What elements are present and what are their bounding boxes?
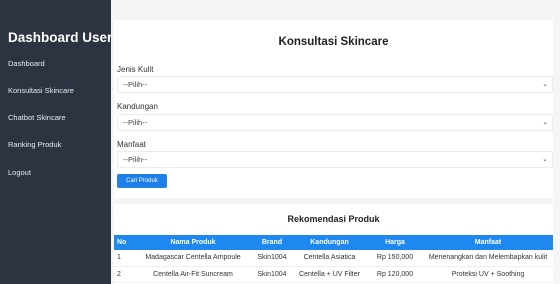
chevron-down-icon: ⌄ [542, 81, 548, 88]
table-header-row: No Nama Produk Brand Kandungan Harga Man… [114, 235, 553, 250]
sidebar-brand: Dashboard User [8, 30, 113, 45]
skin-type-select[interactable]: --Pilih-- ⌄ [117, 76, 553, 93]
column-header-kandungan: Kandungan [292, 235, 367, 250]
chevron-down-icon: ⌄ [542, 119, 548, 126]
table-cell-nama-produk: Madagascar Centella Ampoule [134, 250, 252, 267]
table-cell-manfaat: Proteksi UV + Soothing [423, 266, 553, 283]
ingredient-select[interactable]: --Pilih-- ⌄ [117, 114, 553, 131]
benefit-select-value: --Pilih-- [123, 155, 148, 164]
search-product-button[interactable]: Cari Produk [117, 174, 167, 188]
column-header-harga: Harga [367, 235, 423, 250]
table-cell-harga: Rp 120,000 [367, 266, 423, 283]
skin-type-select-value: --Pilih-- [123, 80, 148, 89]
sidebar-item-chatbot-skincare[interactable]: Chatbot Skincare [8, 113, 66, 122]
table-row: 1 Madagascar Centella Ampoule Skin1004 C… [114, 250, 553, 267]
ingredient-label: Kandungan [117, 102, 158, 111]
table-cell-manfaat: Menenangkan dan Melembapkan kulit [423, 250, 553, 267]
chevron-down-icon: ⌄ [542, 156, 548, 163]
table-cell-harga: Rp 150,000 [367, 250, 423, 267]
consultation-form-card: Konsultasi Skincare Jenis Kulit --Pilih-… [114, 20, 553, 198]
main-content: Konsultasi Skincare Jenis Kulit --Pilih-… [111, 0, 560, 284]
sidebar: Dashboard User Dashboard Konsultasi Skin… [0, 0, 113, 284]
column-header-brand: Brand [252, 235, 292, 250]
table-cell-brand: Skin1004 [252, 250, 292, 267]
benefit-select[interactable]: --Pilih-- ⌄ [117, 151, 553, 168]
ingredient-select-value: --Pilih-- [123, 118, 148, 127]
recommendation-title: Rekomendasi Produk [287, 214, 380, 224]
recommendation-table: No Nama Produk Brand Kandungan Harga Man… [114, 235, 553, 283]
page-title: Konsultasi Skincare [278, 36, 389, 48]
table-cell-no: 2 [114, 266, 134, 283]
table-cell-kandungan: Centella + UV Filter [292, 266, 367, 283]
column-header-nama-produk: Nama Produk [134, 235, 252, 250]
sidebar-item-konsultasi-skincare[interactable]: Konsultasi Skincare [8, 86, 74, 95]
column-header-manfaat: Manfaat [423, 235, 553, 250]
table-row: 2 Centella Air-Fit Suncream Skin1004 Cen… [114, 266, 553, 283]
table-cell-no: 1 [114, 250, 134, 267]
skin-type-label: Jenis Kulit [117, 65, 154, 74]
sidebar-item-dashboard[interactable]: Dashboard [8, 59, 45, 68]
column-header-no: No [114, 235, 134, 250]
benefit-label: Manfaat [117, 140, 146, 149]
sidebar-item-logout[interactable]: Logout [8, 168, 31, 177]
table-cell-nama-produk: Centella Air-Fit Suncream [134, 266, 252, 283]
sidebar-item-ranking-produk[interactable]: Ranking Produk [8, 140, 61, 149]
recommendation-card: Rekomendasi Produk No Nama Produk Brand … [114, 204, 553, 284]
table-cell-kandungan: Centella Asiatica [292, 250, 367, 267]
table-cell-brand: Skin1004 [252, 266, 292, 283]
